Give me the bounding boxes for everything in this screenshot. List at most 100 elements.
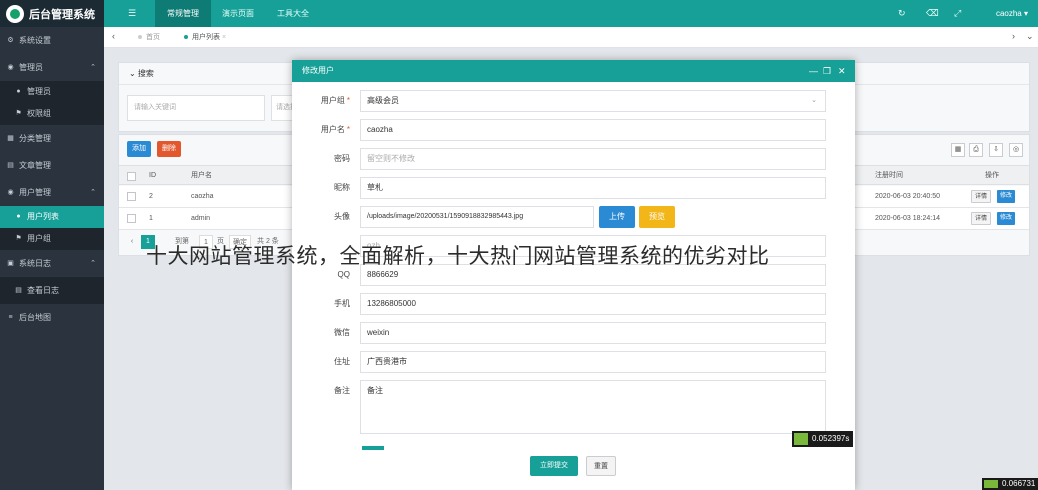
preview-button[interactable]: 预览 — [639, 206, 675, 228]
tab-home[interactable]: 首页 — [138, 27, 160, 48]
sidebar-item-user-management[interactable]: ◉ 用户管理 ⌃ — [0, 179, 104, 206]
maximize-icon[interactable]: ❐ — [823, 60, 831, 82]
sidebar-item-system-settings[interactable]: ⚙ 系统设置 — [0, 27, 104, 54]
brand[interactable]: 后台管理系统 — [0, 0, 104, 27]
sidebar-item-label: 后台地图 — [19, 313, 51, 322]
submit-button[interactable]: 立即提交 — [530, 456, 578, 476]
reset-button[interactable]: 重置 — [586, 456, 616, 476]
timing-value: 0.052397s — [812, 434, 850, 443]
search-toggle-icon[interactable]: ◎ — [1009, 143, 1023, 157]
refresh-icon[interactable]: ↻ — [898, 8, 906, 19]
fullscreen-icon[interactable]: ⤢ — [954, 8, 961, 19]
minimize-icon[interactable]: — — [809, 60, 818, 82]
col-id[interactable]: ID — [149, 166, 156, 186]
chevron-up-icon: ⌃ — [90, 189, 96, 196]
nav-regular-management[interactable]: 常规管理 — [155, 0, 211, 27]
cell-username: caozha — [191, 193, 214, 200]
tab-label: 首页 — [146, 34, 160, 41]
user-icon: ● — [16, 213, 21, 220]
brand-title: 后台管理系统 — [29, 8, 95, 21]
group-select[interactable]: 高级会员 ⌄ — [360, 90, 826, 112]
sidebar-item-label: 分类管理 — [19, 134, 51, 143]
field-address: 住址 广西贵港市 — [292, 351, 855, 373]
export-icon[interactable]: ⇩ — [989, 143, 1003, 157]
close-icon[interactable]: ✕ — [838, 60, 846, 82]
sidebar-item-label: 管理员 — [19, 63, 43, 72]
switch-hint — [362, 446, 384, 450]
password-input[interactable]: 留空则不修改 — [360, 148, 826, 170]
modal-header: 修改用户 — ❐ ✕ — [292, 60, 855, 82]
sidebar-item-label: 用户管理 — [19, 188, 51, 197]
timing-badge: 0.052397s — [792, 431, 854, 447]
chevron-up-icon: ⌃ — [90, 64, 96, 71]
timing-logo-icon — [794, 433, 808, 445]
users-icon: ⚑ — [15, 235, 22, 242]
detail-button[interactable]: 详情 — [971, 212, 992, 225]
address-input[interactable]: 广西贵港市 — [360, 351, 826, 373]
remark-textarea[interactable]: 备注 — [360, 380, 826, 434]
sidebar-item-user-groups[interactable]: ⚑ 用户组 — [0, 228, 104, 250]
sidebar-item-admin-list[interactable]: ● 管理员 — [0, 81, 104, 103]
wechat-label: 微信 — [334, 328, 350, 337]
top-bar: 后台管理系统 ☰ 常规管理 演示页面 工具大全 ↻ ⌫ ⤢ caozha ▾ — [0, 0, 1038, 27]
page-prev-icon[interactable]: ‹ — [127, 235, 137, 249]
sidebar-item-label: 权限组 — [27, 109, 51, 118]
upload-button[interactable]: 上传 — [599, 206, 635, 228]
username-label: 用户名 * — [320, 125, 350, 134]
sidebar-item-admins[interactable]: ◉ 管理员 ⌃ — [0, 54, 104, 81]
row-checkbox[interactable] — [127, 214, 136, 223]
clear-cache-icon[interactable]: ⌫ — [926, 8, 939, 19]
sidebar-item-sitemap[interactable]: ≡ 后台地图 — [0, 304, 104, 331]
tab-dot — [184, 35, 188, 40]
nickname-input[interactable]: 草札 — [360, 177, 826, 199]
sidebar-item-label: 系统设置 — [19, 36, 51, 45]
print-icon[interactable]: ⎙ — [969, 143, 983, 157]
delete-button[interactable]: 删除 — [157, 141, 181, 157]
col-actions: 操作 — [985, 172, 999, 179]
sidebar-submenu-logs: ▤ 查看日志 — [0, 277, 104, 304]
tab-user-list[interactable]: 用户列表 × — [184, 27, 226, 48]
sidebar-item-permission-groups[interactable]: ⚑ 权限组 — [0, 103, 104, 125]
log-icon: ▣ — [7, 260, 14, 267]
menu-toggle-icon[interactable]: ☰ — [128, 8, 136, 19]
watermark-caption: 十大网站管理系统，全面解析，十大热门网站管理系统的优劣对比 — [146, 244, 770, 268]
modal-title: 修改用户 — [302, 66, 334, 75]
edit-button[interactable]: 修改 — [997, 212, 1016, 225]
cell-id: 1 — [149, 215, 153, 222]
sidebar-item-system-logs[interactable]: ▣ 系统日志 ⌃ — [0, 250, 104, 277]
sidebar-item-view-logs[interactable]: ▤ 查看日志 — [0, 277, 104, 304]
row-checkbox[interactable] — [127, 192, 136, 201]
mobile-input[interactable]: 13286805000 — [360, 293, 826, 315]
keyword-input[interactable]: 请输入关键词 — [127, 95, 265, 121]
tabs-menu-icon[interactable]: ⌄ — [1026, 31, 1034, 42]
list-icon: ▦ — [7, 135, 14, 142]
col-reg-time[interactable]: 注册时间 — [875, 166, 903, 186]
user-circle-icon: ◉ — [7, 189, 14, 196]
username-input[interactable]: caozha — [360, 119, 826, 141]
wechat-input[interactable]: weixin — [360, 322, 826, 344]
edit-button[interactable]: 修改 — [997, 190, 1016, 203]
tab-close-icon[interactable]: × — [222, 34, 226, 41]
tabs-prev-icon[interactable]: ‹ — [112, 31, 115, 41]
field-wechat: 微信 weixin — [292, 322, 855, 344]
detail-button[interactable]: 详情 — [971, 190, 992, 203]
sidebar-item-categories[interactable]: ▦ 分类管理 — [0, 125, 104, 152]
nav-demo-pages[interactable]: 演示页面 — [210, 0, 266, 27]
sidebar-item-label: 查看日志 — [27, 286, 59, 295]
user-icon: ● — [16, 88, 21, 95]
tabs-next-icon[interactable]: › — [1012, 31, 1015, 41]
select-all-checkbox[interactable] — [127, 172, 136, 181]
avatar-input[interactable]: /uploads/image/20200531/1590918832985443… — [360, 206, 594, 228]
field-password: 密码 留空则不修改 — [292, 148, 855, 170]
sidebar-item-label: 系统日志 — [19, 259, 51, 268]
user-menu[interactable]: caozha ▾ — [996, 0, 1028, 27]
columns-icon[interactable]: ▦ — [951, 143, 965, 157]
user-circle-icon: ◉ — [7, 64, 14, 71]
group-label: 用户组 * — [320, 96, 350, 105]
sidebar-item-user-list[interactable]: ● 用户列表 — [0, 206, 104, 228]
sidebar-item-articles[interactable]: ▤ 文章管理 — [0, 152, 104, 179]
add-button[interactable]: 添加 — [127, 141, 151, 157]
nav-tools[interactable]: 工具大全 — [265, 0, 321, 27]
group-value: 高级会员 — [367, 96, 399, 105]
col-username[interactable]: 用户名 — [191, 166, 212, 186]
